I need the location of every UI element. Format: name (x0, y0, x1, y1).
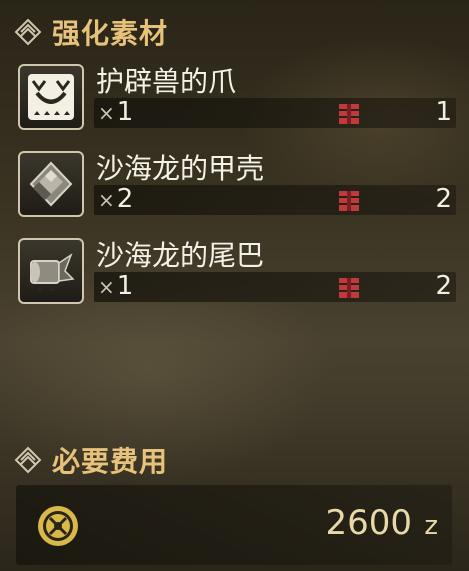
material-name: 护辟兽的爪 (96, 65, 237, 98)
required-quantity: ×1 (98, 271, 133, 301)
material-row-1[interactable]: 护辟兽的爪 ×1 1 (18, 64, 458, 136)
required-quantity-value: 1 (116, 97, 134, 127)
shell-icon (29, 161, 73, 207)
required-quantity: ×2 (98, 184, 133, 214)
owned-quantity: 2 (435, 184, 452, 214)
quantity-prefix: × (98, 275, 115, 299)
cost-amount: 2600 (325, 503, 412, 543)
material-slot (18, 238, 84, 304)
required-quantity: ×1 (98, 97, 133, 127)
material-row-3[interactable]: 沙海龙的尾巴 ×1 2 (18, 238, 458, 310)
owned-quantity: 2 (435, 271, 452, 301)
cost-currency-unit: z (424, 511, 438, 541)
materials-title: 强化素材 (52, 17, 169, 50)
zenny-coin-icon (38, 506, 78, 546)
material-quantity-bar: ×1 1 (94, 97, 456, 128)
quantity-prefix: × (98, 101, 115, 125)
item-box-icon (339, 278, 359, 298)
material-slot (18, 151, 84, 217)
cost-title: 必要费用 (52, 445, 169, 478)
item-box-icon (339, 191, 359, 211)
cost-panel: 2600 z (16, 485, 452, 565)
item-box-icon (339, 104, 359, 124)
material-emblem-icon (14, 18, 42, 46)
cost-header: 必要费用 (14, 440, 168, 480)
material-quantity-bar: ×2 2 (94, 184, 456, 215)
claw-icon (28, 74, 74, 120)
material-name: 沙海龙的尾巴 (96, 239, 265, 272)
material-slot (18, 64, 84, 130)
tail-icon (30, 253, 75, 291)
required-quantity-value: 2 (116, 184, 134, 214)
material-emblem-icon (14, 446, 42, 474)
material-row-2[interactable]: 沙海龙的甲壳 ×2 2 (18, 151, 458, 223)
required-quantity-value: 1 (116, 271, 134, 301)
material-name: 沙海龙的甲壳 (96, 152, 265, 185)
material-quantity-bar: ×1 2 (94, 271, 456, 302)
materials-header: 强化素材 (14, 12, 168, 52)
quantity-prefix: × (98, 188, 115, 212)
owned-quantity: 1 (435, 97, 452, 127)
